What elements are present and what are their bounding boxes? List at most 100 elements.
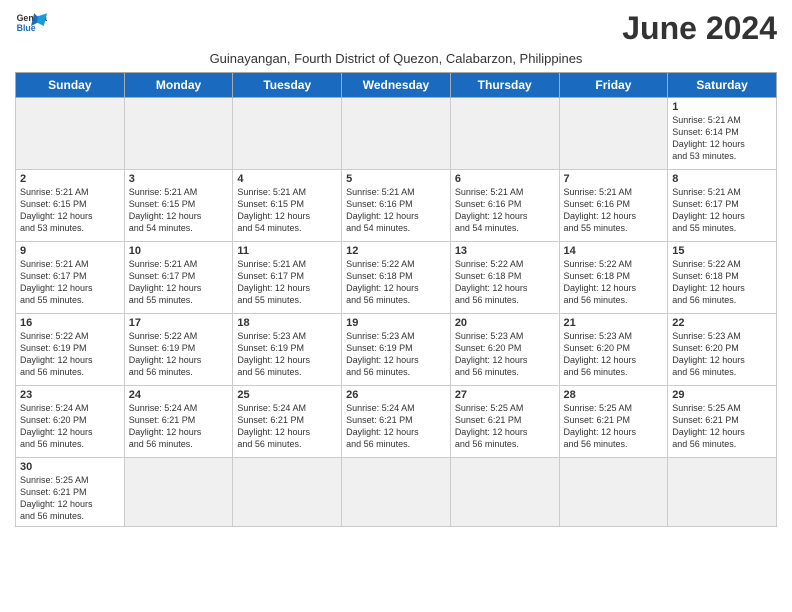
day-number: 8 bbox=[672, 173, 772, 185]
calendar-day-cell: 9Sunrise: 5:21 AM Sunset: 6:17 PM Daylig… bbox=[16, 242, 125, 314]
calendar-day-cell: 5Sunrise: 5:21 AM Sunset: 6:16 PM Daylig… bbox=[342, 170, 451, 242]
calendar-day-cell: 17Sunrise: 5:22 AM Sunset: 6:19 PM Dayli… bbox=[124, 314, 233, 386]
day-number: 19 bbox=[346, 317, 446, 329]
calendar-day-cell: 25Sunrise: 5:24 AM Sunset: 6:21 PM Dayli… bbox=[233, 386, 342, 458]
calendar-day-cell bbox=[233, 458, 342, 527]
calendar-day-cell bbox=[124, 458, 233, 527]
day-info: Sunrise: 5:24 AM Sunset: 6:21 PM Dayligh… bbox=[129, 402, 229, 451]
day-info: Sunrise: 5:24 AM Sunset: 6:20 PM Dayligh… bbox=[20, 402, 120, 451]
calendar-day-cell: 19Sunrise: 5:23 AM Sunset: 6:19 PM Dayli… bbox=[342, 314, 451, 386]
calendar-day-cell: 8Sunrise: 5:21 AM Sunset: 6:17 PM Daylig… bbox=[668, 170, 777, 242]
calendar-day-cell: 27Sunrise: 5:25 AM Sunset: 6:21 PM Dayli… bbox=[450, 386, 559, 458]
calendar-day-cell bbox=[342, 98, 451, 170]
weekday-header-row: SundayMondayTuesdayWednesdayThursdayFrid… bbox=[16, 73, 777, 98]
calendar-day-cell bbox=[233, 98, 342, 170]
calendar-day-cell: 28Sunrise: 5:25 AM Sunset: 6:21 PM Dayli… bbox=[559, 386, 668, 458]
calendar-day-cell bbox=[124, 98, 233, 170]
day-info: Sunrise: 5:21 AM Sunset: 6:17 PM Dayligh… bbox=[237, 258, 337, 307]
day-number: 30 bbox=[20, 461, 120, 473]
day-info: Sunrise: 5:21 AM Sunset: 6:17 PM Dayligh… bbox=[20, 258, 120, 307]
calendar-day-cell: 6Sunrise: 5:21 AM Sunset: 6:16 PM Daylig… bbox=[450, 170, 559, 242]
day-number: 27 bbox=[455, 389, 555, 401]
day-number: 23 bbox=[20, 389, 120, 401]
logo: General Blue bbox=[15, 10, 47, 38]
day-number: 5 bbox=[346, 173, 446, 185]
day-info: Sunrise: 5:24 AM Sunset: 6:21 PM Dayligh… bbox=[346, 402, 446, 451]
weekday-header-tuesday: Tuesday bbox=[233, 73, 342, 98]
calendar-day-cell bbox=[450, 458, 559, 527]
day-info: Sunrise: 5:25 AM Sunset: 6:21 PM Dayligh… bbox=[455, 402, 555, 451]
day-number: 24 bbox=[129, 389, 229, 401]
day-info: Sunrise: 5:21 AM Sunset: 6:17 PM Dayligh… bbox=[129, 258, 229, 307]
weekday-header-sunday: Sunday bbox=[16, 73, 125, 98]
calendar-subtitle: Guinayangan, Fourth District of Quezon, … bbox=[15, 51, 777, 66]
day-info: Sunrise: 5:23 AM Sunset: 6:20 PM Dayligh… bbox=[672, 330, 772, 379]
logo-icon: General Blue bbox=[15, 10, 47, 38]
day-number: 28 bbox=[564, 389, 664, 401]
calendar-day-cell: 7Sunrise: 5:21 AM Sunset: 6:16 PM Daylig… bbox=[559, 170, 668, 242]
weekday-header-thursday: Thursday bbox=[450, 73, 559, 98]
calendar-day-cell: 23Sunrise: 5:24 AM Sunset: 6:20 PM Dayli… bbox=[16, 386, 125, 458]
day-number: 1 bbox=[672, 101, 772, 113]
day-info: Sunrise: 5:22 AM Sunset: 6:19 PM Dayligh… bbox=[129, 330, 229, 379]
calendar-day-cell: 30Sunrise: 5:25 AM Sunset: 6:21 PM Dayli… bbox=[16, 458, 125, 527]
day-number: 21 bbox=[564, 317, 664, 329]
calendar-day-cell: 14Sunrise: 5:22 AM Sunset: 6:18 PM Dayli… bbox=[559, 242, 668, 314]
day-number: 12 bbox=[346, 245, 446, 257]
calendar-day-cell: 2Sunrise: 5:21 AM Sunset: 6:15 PM Daylig… bbox=[16, 170, 125, 242]
calendar-day-cell: 18Sunrise: 5:23 AM Sunset: 6:19 PM Dayli… bbox=[233, 314, 342, 386]
calendar-day-cell: 4Sunrise: 5:21 AM Sunset: 6:15 PM Daylig… bbox=[233, 170, 342, 242]
day-number: 16 bbox=[20, 317, 120, 329]
day-info: Sunrise: 5:25 AM Sunset: 6:21 PM Dayligh… bbox=[672, 402, 772, 451]
day-info: Sunrise: 5:21 AM Sunset: 6:16 PM Dayligh… bbox=[346, 186, 446, 235]
calendar-week-row: 23Sunrise: 5:24 AM Sunset: 6:20 PM Dayli… bbox=[16, 386, 777, 458]
day-info: Sunrise: 5:21 AM Sunset: 6:16 PM Dayligh… bbox=[564, 186, 664, 235]
calendar-week-row: 30Sunrise: 5:25 AM Sunset: 6:21 PM Dayli… bbox=[16, 458, 777, 527]
day-info: Sunrise: 5:23 AM Sunset: 6:20 PM Dayligh… bbox=[455, 330, 555, 379]
month-title: June 2024 bbox=[622, 10, 777, 47]
day-number: 17 bbox=[129, 317, 229, 329]
calendar-day-cell: 11Sunrise: 5:21 AM Sunset: 6:17 PM Dayli… bbox=[233, 242, 342, 314]
calendar-day-cell bbox=[559, 458, 668, 527]
day-info: Sunrise: 5:21 AM Sunset: 6:15 PM Dayligh… bbox=[237, 186, 337, 235]
weekday-header-friday: Friday bbox=[559, 73, 668, 98]
calendar-day-cell: 16Sunrise: 5:22 AM Sunset: 6:19 PM Dayli… bbox=[16, 314, 125, 386]
day-number: 25 bbox=[237, 389, 337, 401]
day-info: Sunrise: 5:21 AM Sunset: 6:15 PM Dayligh… bbox=[20, 186, 120, 235]
day-number: 2 bbox=[20, 173, 120, 185]
calendar-week-row: 1Sunrise: 5:21 AM Sunset: 6:14 PM Daylig… bbox=[16, 98, 777, 170]
calendar-day-cell bbox=[668, 458, 777, 527]
calendar-day-cell: 13Sunrise: 5:22 AM Sunset: 6:18 PM Dayli… bbox=[450, 242, 559, 314]
day-number: 14 bbox=[564, 245, 664, 257]
calendar-week-row: 9Sunrise: 5:21 AM Sunset: 6:17 PM Daylig… bbox=[16, 242, 777, 314]
day-number: 9 bbox=[20, 245, 120, 257]
day-number: 4 bbox=[237, 173, 337, 185]
calendar-day-cell: 22Sunrise: 5:23 AM Sunset: 6:20 PM Dayli… bbox=[668, 314, 777, 386]
calendar-day-cell: 10Sunrise: 5:21 AM Sunset: 6:17 PM Dayli… bbox=[124, 242, 233, 314]
calendar-table: SundayMondayTuesdayWednesdayThursdayFrid… bbox=[15, 72, 777, 527]
day-info: Sunrise: 5:24 AM Sunset: 6:21 PM Dayligh… bbox=[237, 402, 337, 451]
day-number: 11 bbox=[237, 245, 337, 257]
calendar-week-row: 16Sunrise: 5:22 AM Sunset: 6:19 PM Dayli… bbox=[16, 314, 777, 386]
calendar-day-cell bbox=[342, 458, 451, 527]
calendar-day-cell bbox=[16, 98, 125, 170]
day-info: Sunrise: 5:23 AM Sunset: 6:19 PM Dayligh… bbox=[346, 330, 446, 379]
calendar-day-cell: 20Sunrise: 5:23 AM Sunset: 6:20 PM Dayli… bbox=[450, 314, 559, 386]
day-info: Sunrise: 5:25 AM Sunset: 6:21 PM Dayligh… bbox=[20, 474, 120, 523]
day-info: Sunrise: 5:21 AM Sunset: 6:17 PM Dayligh… bbox=[672, 186, 772, 235]
day-number: 20 bbox=[455, 317, 555, 329]
weekday-header-wednesday: Wednesday bbox=[342, 73, 451, 98]
day-info: Sunrise: 5:23 AM Sunset: 6:19 PM Dayligh… bbox=[237, 330, 337, 379]
day-info: Sunrise: 5:21 AM Sunset: 6:16 PM Dayligh… bbox=[455, 186, 555, 235]
day-info: Sunrise: 5:22 AM Sunset: 6:19 PM Dayligh… bbox=[20, 330, 120, 379]
calendar-day-cell: 29Sunrise: 5:25 AM Sunset: 6:21 PM Dayli… bbox=[668, 386, 777, 458]
day-number: 13 bbox=[455, 245, 555, 257]
day-number: 22 bbox=[672, 317, 772, 329]
calendar-day-cell: 24Sunrise: 5:24 AM Sunset: 6:21 PM Dayli… bbox=[124, 386, 233, 458]
day-number: 3 bbox=[129, 173, 229, 185]
calendar-day-cell: 1Sunrise: 5:21 AM Sunset: 6:14 PM Daylig… bbox=[668, 98, 777, 170]
day-info: Sunrise: 5:22 AM Sunset: 6:18 PM Dayligh… bbox=[455, 258, 555, 307]
calendar-day-cell bbox=[559, 98, 668, 170]
day-number: 7 bbox=[564, 173, 664, 185]
day-info: Sunrise: 5:21 AM Sunset: 6:14 PM Dayligh… bbox=[672, 114, 772, 163]
